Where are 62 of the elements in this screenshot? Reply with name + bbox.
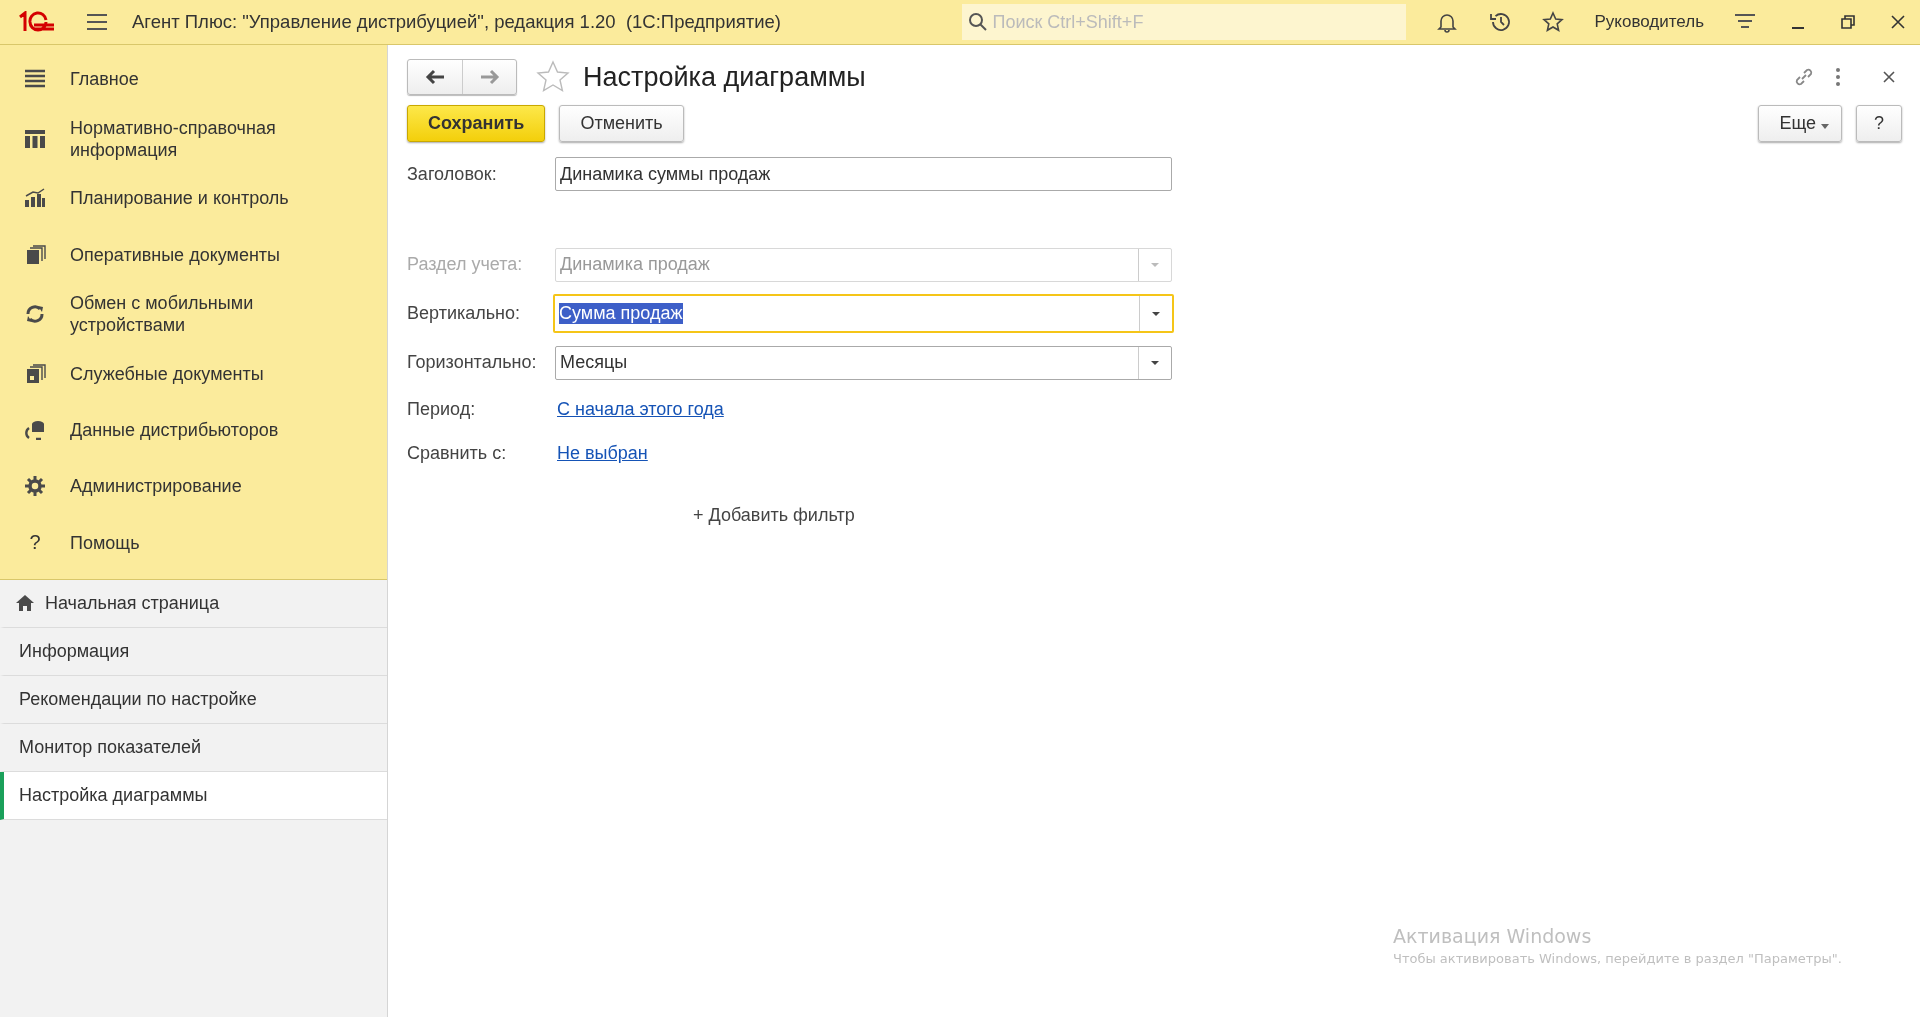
close-icon[interactable] — [1882, 70, 1896, 84]
section-item[interactable]: Нормативно-справочная информация — [0, 107, 387, 171]
section-item[interactable]: Оперативные документы — [0, 226, 387, 283]
settings-icon — [24, 475, 46, 498]
columns-icon — [24, 128, 46, 149]
arrow-right-icon — [479, 69, 500, 85]
user-name[interactable]: Руководитель — [1594, 12, 1704, 32]
arrow-left-icon — [425, 69, 445, 85]
bell-icon[interactable] — [1436, 11, 1459, 33]
restore-icon[interactable] — [1840, 14, 1856, 30]
field-label: Заголовок: — [407, 163, 498, 185]
input-field[interactable]: Динамика суммы продаж — [555, 157, 1172, 191]
help-button[interactable]: ? — [1856, 105, 1902, 142]
documents-icon — [24, 364, 46, 385]
logo-icon — [18, 11, 56, 33]
database-sync-icon — [24, 420, 46, 441]
dropdown-field[interactable]: Сумма продаж — [553, 294, 1174, 333]
field-label: Период: — [407, 398, 477, 420]
star-icon[interactable] — [1542, 11, 1565, 33]
bar-chart-icon — [24, 188, 46, 209]
help-icon: ? — [29, 531, 41, 555]
star-icon[interactable] — [535, 60, 571, 94]
save-button[interactable]: Сохранить — [407, 105, 546, 142]
field-label: Раздел учета: — [407, 254, 524, 275]
activation-title: Активация Windows — [1393, 925, 1593, 947]
more-icon[interactable] — [1834, 67, 1842, 87]
close-icon[interactable] — [1890, 14, 1906, 30]
documents-icon — [24, 244, 46, 265]
open-page-tab[interactable]: Настройка диаграммы — [0, 771, 387, 820]
section-item[interactable]: ? Помощь — [0, 514, 387, 571]
more-button[interactable]: Еще — [1758, 105, 1842, 142]
open-page-tab[interactable]: Начальная страница — [0, 579, 387, 628]
section-item[interactable]: Планирование и контроль — [0, 170, 387, 227]
dropdown-field[interactable]: Месяцы — [555, 345, 1172, 380]
list-icon — [24, 69, 46, 90]
form-title: Настройка диаграммы — [583, 61, 866, 93]
history-icon[interactable] — [1488, 11, 1513, 33]
field-label: Сравнить с: — [407, 442, 508, 464]
section-item[interactable]: Главное — [0, 51, 387, 108]
open-page-tab[interactable]: Монитор показателей — [0, 723, 387, 772]
section-item[interactable]: Данные дистрибьюторов — [0, 402, 387, 459]
dropdown-arrow-icon — [1151, 310, 1161, 317]
field-label: Горизонтально: — [407, 352, 538, 373]
menu-icon[interactable] — [86, 13, 108, 31]
caret-icon — [1821, 124, 1829, 129]
section-item[interactable]: Служебные документы — [0, 345, 387, 403]
field-label: Вертикально: — [407, 303, 522, 324]
section-item[interactable]: Обмен с мобильными устройствами — [0, 282, 387, 346]
add-filter-link[interactable]: + Добавить фильтр — [693, 505, 855, 525]
sync-icon — [24, 304, 46, 325]
cancel-button[interactable]: Отменить — [559, 105, 684, 142]
value-link[interactable]: С начала этого года — [557, 398, 724, 420]
dropdown-arrow-icon — [1150, 261, 1160, 268]
search-field[interactable]: Поиск Ctrl+Shift+F — [962, 4, 1407, 40]
window-title: Агент Плюс: "Управление дистрибуцией", редакция 1.20 (1С:Предприятие) — [132, 11, 781, 33]
dropdown-arrow-icon — [1150, 359, 1160, 366]
section-item[interactable]: Администрирование — [0, 458, 387, 515]
value-link[interactable]: Не выбран — [557, 442, 648, 464]
open-page-tab[interactable]: Рекомендации по настройке — [0, 675, 387, 724]
home-icon — [15, 594, 35, 613]
open-page-tab[interactable]: Информация — [0, 627, 387, 676]
activation-text: Чтобы активировать Windows, перейдите в раздел "Параметры". — [1393, 951, 1842, 966]
